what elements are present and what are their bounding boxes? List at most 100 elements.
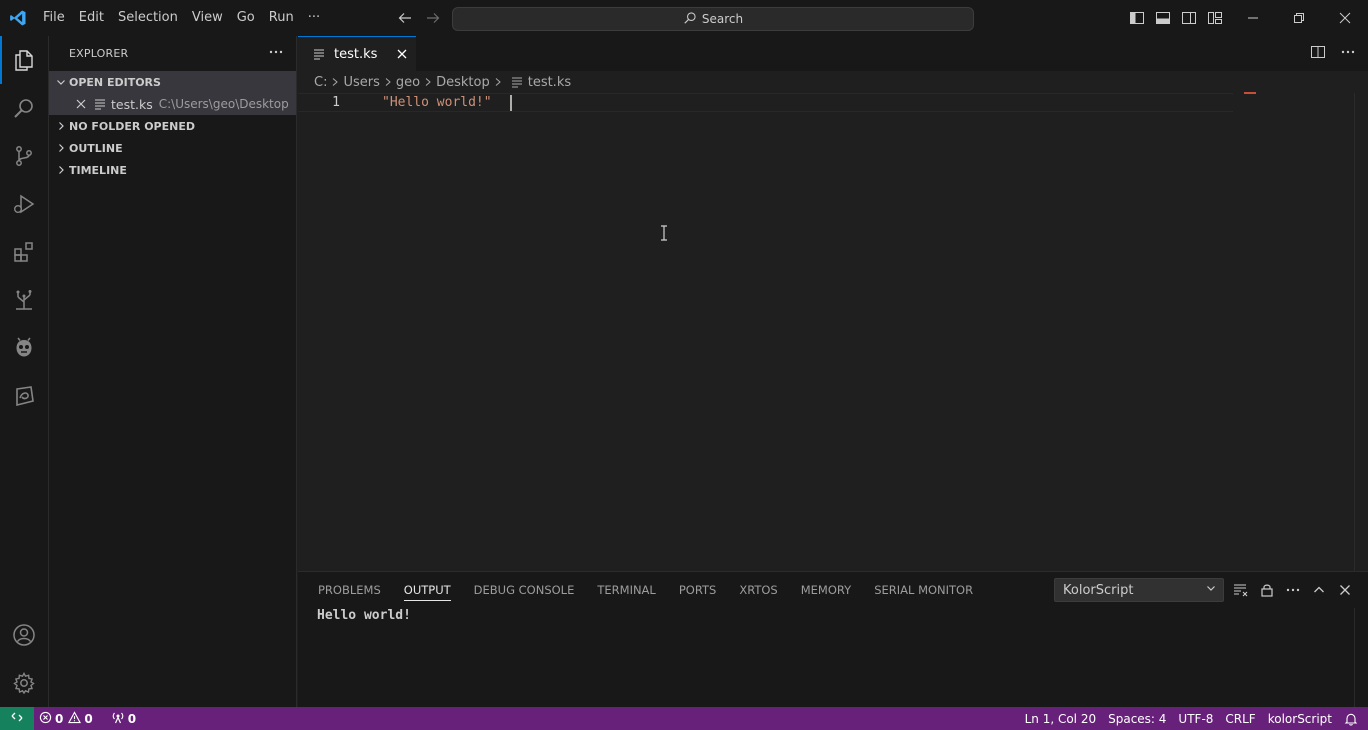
explorer-icon[interactable]	[0, 36, 48, 84]
toggle-primary-sidebar-icon[interactable]	[1128, 9, 1146, 27]
tab-memory[interactable]: MEMORY	[793, 572, 859, 608]
notifications-bell-icon[interactable]	[1338, 707, 1368, 730]
title-bar: File Edit Selection View Go Run ··· Sear…	[0, 0, 1368, 36]
explorer-sidebar: EXPLORER OPEN EDITORS test.ks C:\Users\g…	[49, 36, 297, 707]
close-tab-icon[interactable]	[392, 44, 412, 64]
menu-more[interactable]: ···	[301, 0, 327, 36]
tree-view-icon[interactable]	[0, 276, 48, 324]
warning-count: 0	[84, 711, 93, 726]
editor-actions	[1310, 36, 1356, 71]
menu-go[interactable]: Go	[230, 0, 262, 36]
tab-terminal[interactable]: TERMINAL	[589, 572, 663, 608]
activity-bar	[0, 36, 49, 707]
tab-serial-monitor[interactable]: SERIAL MONITOR	[866, 572, 981, 608]
warning-icon	[68, 710, 82, 727]
minimize-icon[interactable]	[1230, 0, 1276, 36]
settings-gear-icon[interactable]	[0, 659, 48, 707]
restore-icon[interactable]	[1276, 0, 1322, 36]
chevron-right-icon	[53, 162, 69, 178]
output-channel-value: KolorScript	[1063, 582, 1134, 598]
search-view-icon[interactable]	[0, 84, 48, 132]
breadcrumb-item[interactable]: geo	[396, 75, 420, 90]
chevron-right-icon	[328, 75, 342, 89]
tab-output[interactable]: OUTPUT	[396, 572, 459, 608]
account-icon[interactable]	[0, 611, 48, 659]
open-editor-path: C:\Users\geo\Desktop	[158, 97, 289, 111]
chevron-down-icon	[1205, 582, 1217, 598]
tab-debug-console[interactable]: DEBUG CONSOLE	[466, 572, 583, 608]
toggle-panel-icon[interactable]	[1154, 9, 1172, 27]
clear-output-icon[interactable]	[1232, 581, 1250, 599]
close-icon[interactable]	[73, 96, 89, 112]
tab-label: test.ks	[334, 46, 378, 62]
close-window-icon[interactable]	[1322, 0, 1368, 36]
breadcrumb: C: Users geo Desktop test.ks	[298, 71, 1368, 93]
radio-tower-icon	[111, 710, 125, 727]
section-timeline[interactable]: TIMELINE	[49, 159, 296, 181]
chevron-right-icon	[53, 140, 69, 156]
chevron-right-icon	[421, 75, 435, 89]
window-controls	[1230, 0, 1368, 36]
customize-layout-icon[interactable]	[1206, 9, 1224, 27]
chevron-down-icon	[53, 74, 69, 90]
panel-scrollbar[interactable]	[1354, 608, 1368, 708]
breadcrumb-item[interactable]: Users	[343, 75, 379, 90]
command-center-search[interactable]: Search	[452, 7, 974, 31]
forward-arrow-icon[interactable]	[424, 9, 442, 27]
back-arrow-icon[interactable]	[396, 9, 414, 27]
indentation[interactable]: Spaces: 4	[1102, 707, 1172, 730]
problems-status[interactable]: 0 0	[34, 707, 98, 730]
ports-status[interactable]: 0	[106, 707, 141, 730]
source-control-icon[interactable]	[0, 132, 48, 180]
close-panel-icon[interactable]	[1336, 581, 1354, 599]
tab-problems[interactable]: PROBLEMS	[310, 572, 389, 608]
menu-file[interactable]: File	[36, 0, 72, 36]
cursor-position[interactable]: Ln 1, Col 20	[1019, 707, 1103, 730]
output-channel-select[interactable]: KolorScript	[1054, 578, 1224, 602]
menu-selection[interactable]: Selection	[111, 0, 185, 36]
breadcrumb-item[interactable]: test.ks	[528, 75, 571, 90]
chevron-up-icon[interactable]	[1310, 581, 1328, 599]
language-mode[interactable]: kolorScript	[1262, 707, 1338, 730]
layout-controls	[1128, 0, 1224, 36]
menu-view[interactable]: View	[185, 0, 230, 36]
toggle-secondary-sidebar-icon[interactable]	[1180, 9, 1198, 27]
tab-test-ks[interactable]: test.ks	[298, 36, 416, 71]
more-actions-icon[interactable]	[1284, 581, 1302, 599]
tab-xrtos[interactable]: XRTOS	[731, 572, 785, 608]
section-open-editors[interactable]: OPEN EDITORS	[49, 71, 296, 93]
status-bar: 0 0 0 Ln 1, Col 20 Spaces: 4 UTF-8 CRLF …	[0, 707, 1368, 730]
editor-scrollbar[interactable]	[1354, 93, 1368, 571]
tab-ports[interactable]: PORTS	[671, 572, 724, 608]
remote-indicator[interactable]	[0, 707, 34, 730]
breadcrumb-item[interactable]: Desktop	[436, 75, 490, 90]
code-line[interactable]: 1 "Hello world!" .	[298, 93, 1233, 112]
open-editor-name: test.ks	[111, 96, 153, 112]
vscode-logo-icon	[0, 0, 36, 36]
run-debug-icon[interactable]	[0, 180, 48, 228]
lock-icon[interactable]	[1258, 581, 1276, 599]
editor-area: test.ks C: Users geo Desktop test.ks 1 "…	[298, 36, 1368, 571]
remote-extension-icon[interactable]	[0, 372, 48, 420]
section-timeline-label: TIMELINE	[69, 163, 127, 177]
open-editor-item[interactable]: test.ks C:\Users\geo\Desktop	[49, 93, 296, 115]
encoding[interactable]: UTF-8	[1172, 707, 1219, 730]
end-of-line[interactable]: CRLF	[1219, 707, 1261, 730]
search-icon	[683, 11, 697, 28]
menu-edit[interactable]: Edit	[72, 0, 111, 36]
sidebar-header: EXPLORER	[49, 36, 296, 71]
more-actions-icon[interactable]	[268, 44, 284, 64]
code-text[interactable]: "Hello world!" .	[382, 94, 515, 112]
platformio-alien-icon[interactable]	[0, 324, 48, 372]
extensions-icon[interactable]	[0, 228, 48, 276]
section-no-folder[interactable]: NO FOLDER OPENED	[49, 115, 296, 137]
string-token: "Hello world!"	[382, 95, 492, 110]
ibeam-cursor-icon	[660, 225, 668, 245]
breadcrumb-item[interactable]: C:	[314, 75, 327, 90]
section-outline[interactable]: OUTLINE	[49, 137, 296, 159]
more-actions-icon[interactable]	[1340, 44, 1356, 64]
menu-run[interactable]: Run	[262, 0, 301, 36]
navigation-arrows	[396, 0, 442, 36]
split-editor-icon[interactable]	[1310, 44, 1326, 64]
error-count: 0	[55, 711, 64, 726]
